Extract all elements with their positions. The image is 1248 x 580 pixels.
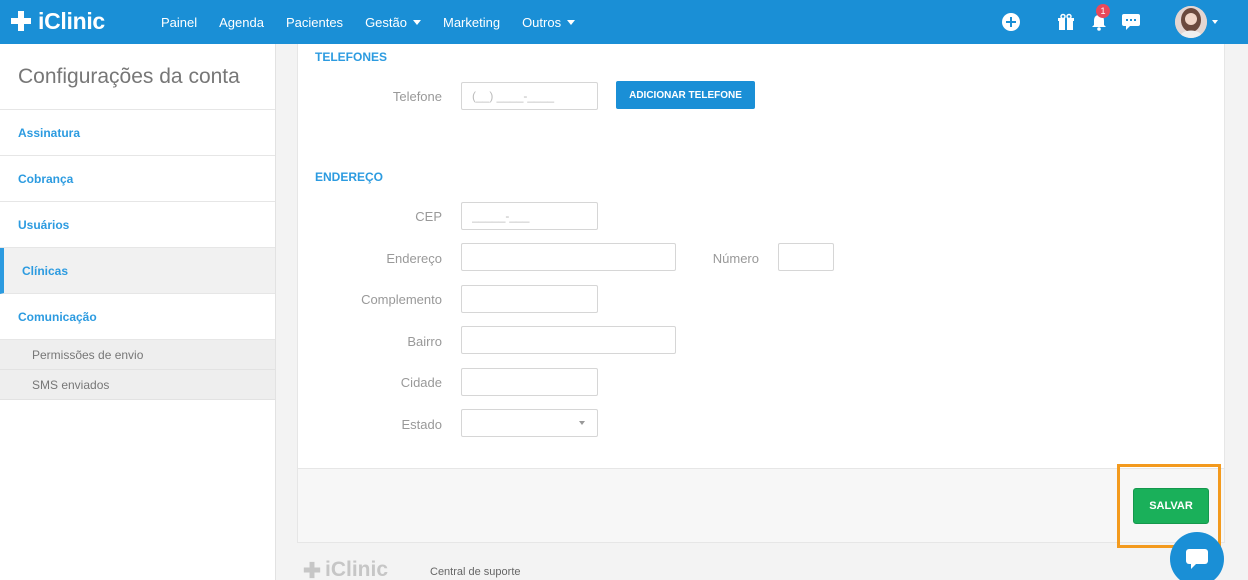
telefone-input[interactable]: [461, 82, 598, 110]
chat-icon[interactable]: [1119, 10, 1143, 34]
chevron-down-icon: [579, 421, 585, 425]
notification-badge: 1: [1096, 4, 1110, 18]
brand-name: iClinic: [38, 7, 105, 34]
sidebar-item-assinatura[interactable]: Assinatura: [0, 110, 275, 156]
sidebar-subitem-permissoes[interactable]: Permissões de envio: [0, 340, 275, 370]
iclinic-logo-icon: [303, 561, 321, 579]
complemento-label: Complemento: [361, 292, 442, 307]
cep-label: CEP: [415, 209, 442, 224]
nav-pacientes[interactable]: Pacientes: [275, 15, 354, 30]
sidebar-item-usuarios[interactable]: Usuários: [0, 202, 275, 248]
chat-widget-button[interactable]: [1170, 532, 1224, 580]
cep-input[interactable]: [461, 202, 598, 230]
plus-circle-icon[interactable]: [999, 10, 1023, 34]
numero-label: Número: [712, 251, 759, 266]
complemento-input[interactable]: [461, 285, 598, 313]
add-phone-button[interactable]: ADICIONAR TELEFONE: [616, 81, 755, 109]
brand-logo[interactable]: iClinic: [10, 7, 105, 35]
support-link[interactable]: Central de suporte: [430, 566, 521, 578]
chat-bubble-icon: [1186, 549, 1208, 569]
sidebar-title: Configurações da conta: [0, 44, 275, 110]
footer-logo: iClinic: [303, 558, 388, 580]
nav-agenda[interactable]: Agenda: [208, 15, 275, 30]
bairro-input[interactable]: [461, 326, 676, 354]
settings-sidebar: Configurações da conta Assinatura Cobran…: [0, 44, 276, 580]
chevron-down-icon: [412, 19, 421, 25]
top-navbar: iClinic Painel Agenda Pacientes Gestão M…: [0, 0, 1248, 44]
bairro-label: Bairro: [407, 334, 442, 349]
section-title-endereco: ENDEREÇO: [315, 170, 384, 184]
numero-input[interactable]: [778, 243, 834, 271]
chevron-down-icon[interactable]: [1212, 20, 1218, 24]
gift-icon[interactable]: [1054, 10, 1078, 34]
endereco-input[interactable]: [461, 243, 676, 271]
estado-select[interactable]: [461, 409, 598, 437]
iclinic-logo-icon: [11, 11, 31, 31]
sidebar-item-comunicacao[interactable]: Comunicação: [0, 294, 275, 340]
cidade-label: Cidade: [400, 375, 442, 390]
nav-outros[interactable]: Outros: [511, 15, 586, 30]
avatar[interactable]: [1175, 6, 1207, 38]
cidade-input[interactable]: [461, 368, 598, 396]
nav-gestao[interactable]: Gestão: [354, 15, 432, 30]
estado-label: Estado: [401, 417, 442, 432]
sidebar-item-cobranca[interactable]: Cobrança: [0, 156, 275, 202]
save-button[interactable]: SALVAR: [1133, 488, 1209, 524]
nav-painel[interactable]: Painel: [150, 15, 208, 30]
form-footer: [297, 469, 1225, 543]
nav-marketing[interactable]: Marketing: [432, 15, 511, 30]
chevron-down-icon: [567, 19, 576, 25]
sidebar-subitem-sms[interactable]: SMS enviados: [0, 370, 275, 400]
endereco-label: Endereço: [386, 251, 442, 266]
sidebar-item-clinicas[interactable]: Clínicas: [0, 248, 275, 294]
footer-brand-name: iClinic: [325, 558, 389, 580]
main-nav: Painel Agenda Pacientes Gestão Marketing…: [150, 0, 586, 44]
telefone-label: Telefone: [392, 89, 442, 104]
section-title-telefones: TELEFONES: [315, 50, 388, 64]
